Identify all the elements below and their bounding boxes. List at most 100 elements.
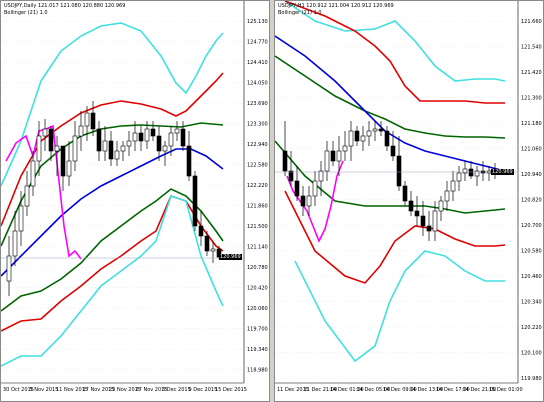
red-upper-band: [284, 1, 505, 104]
candle-body: [138, 132, 144, 142]
y-tick-label: 122.580: [247, 163, 268, 169]
candle-body: [78, 125, 84, 137]
y-tick-label: 118.980: [247, 368, 268, 374]
candle-body: [96, 128, 102, 152]
candle-body: [300, 195, 306, 207]
hourly-chart-canvas[interactable]: 121.660 121.540 121.420 121.300 121.180 121.0…: [275, 1, 544, 402]
candle-body: [102, 140, 108, 152]
y-tick-label: 119.700: [247, 327, 268, 333]
candle-body: [462, 168, 468, 174]
candle-body: [378, 128, 384, 132]
candle-body: [306, 195, 312, 207]
candle-body: [318, 170, 324, 182]
daily-chart-title: USDJPY,Daily 121.017 121.080 120.880 120…: [4, 3, 126, 9]
candle-body: [204, 235, 210, 252]
candle-body: [438, 200, 444, 212]
candle-body: [198, 225, 204, 237]
candle-body: [372, 128, 378, 132]
candle-body: [36, 135, 42, 162]
candle-body: [408, 200, 414, 212]
candle-body: [90, 112, 96, 130]
candle-body: [312, 180, 318, 197]
y-tick-label: 121.180: [521, 121, 542, 127]
candle-body: [456, 172, 462, 182]
y-tick-label: 120.340: [521, 300, 542, 306]
daily-chart-canvas[interactable]: 125.130 124.770 124.410 124.050 123.690 123.3…: [1, 1, 270, 402]
cyan-lower-band: [294, 250, 505, 363]
candle-body: [402, 185, 408, 202]
candle-body: [432, 210, 438, 232]
candle-body: [186, 145, 192, 177]
candle-body: [42, 128, 48, 137]
candle-body: [174, 128, 180, 134]
daily-price-tag: 120.969: [219, 254, 242, 260]
candle-body: [60, 145, 66, 177]
candle-body: [66, 160, 72, 177]
candle-body: [348, 130, 354, 147]
x-tick-label: 15 Dec 2015: [215, 387, 247, 393]
hourly-price-tag: 120.969: [491, 169, 514, 175]
y-tick-label: 120.780: [247, 265, 268, 271]
y-tick-label: 124.770: [247, 40, 268, 46]
hourly-indicator-label: Bollinger (21) 1.0: [278, 10, 322, 16]
y-tick-label: 120.220: [521, 325, 542, 331]
y-tick-label: 123.690: [247, 101, 268, 107]
x-tick-label: 15 Dec 01:00: [489, 387, 523, 393]
candle-body: [12, 230, 18, 257]
candle-body: [324, 150, 330, 172]
y-tick-label: 121.860: [247, 204, 268, 210]
y-tick-label: 120.420: [247, 286, 268, 292]
y-tick-label: 120.460: [521, 274, 542, 280]
daily-chart-panel[interactable]: 125.130 124.770 124.410 124.050 123.690 123.3…: [0, 0, 270, 402]
candle-body: [282, 150, 288, 172]
y-tick-label: 121.060: [521, 147, 542, 153]
candle-body: [414, 210, 420, 217]
candle-body: [144, 128, 150, 142]
candle-body: [366, 130, 372, 137]
y-tick-label: 120.820: [521, 198, 542, 204]
y-tick-label: 119.980: [521, 376, 542, 382]
candle-body: [18, 205, 24, 232]
candle-body: [342, 145, 348, 152]
y-tick-label: 123.300: [247, 122, 268, 128]
x-tick-label: 3 Dec 2015: [162, 387, 191, 393]
y-tick-label: 120.700: [521, 223, 542, 229]
candle-body: [396, 155, 402, 187]
candle-body: [354, 130, 360, 142]
candle-body: [108, 140, 114, 160]
y-tick-label: 122.220: [247, 183, 268, 189]
y-tick-label: 124.050: [247, 81, 268, 87]
candle-body: [54, 145, 60, 152]
y-tick-label: 120.940: [521, 172, 542, 178]
candle-body: [330, 150, 336, 162]
candle-body: [30, 160, 36, 187]
candle-body: [120, 145, 126, 152]
hourly-chart-title: USDJPY,H1 120.912 121.004 120.912 120.96…: [278, 3, 394, 9]
y-tick-label: 121.420: [521, 70, 542, 76]
candle-body: [162, 145, 168, 152]
green-upper-band: [275, 55, 506, 139]
candle-body: [6, 255, 12, 282]
candle-body: [444, 190, 450, 202]
y-tick-label: 125.130: [247, 19, 268, 25]
candle-body: [72, 135, 78, 162]
x-tick-label: 5 Nov 2015: [30, 387, 59, 393]
candle-body: [168, 132, 174, 147]
hourly-chart-panel[interactable]: 121.660 121.540 121.420 121.300 121.180 121.0…: [274, 0, 544, 402]
candle-body: [24, 185, 30, 207]
candle-body: [420, 215, 426, 227]
y-tick-label: 121.660: [521, 19, 542, 25]
blue-moving-average: [275, 35, 506, 172]
x-tick-label: 9 Dec 2015: [189, 387, 218, 393]
candle-body: [384, 130, 390, 147]
y-tick-label: 119.340: [247, 347, 268, 353]
candle-body: [132, 132, 138, 142]
cyan-lower-band: [1, 194, 224, 367]
candle-body: [114, 150, 120, 160]
y-tick-label: 124.410: [247, 60, 268, 66]
candle-body: [210, 248, 216, 252]
candle-body: [288, 170, 294, 182]
y-tick-label: 120.060: [247, 306, 268, 312]
y-tick-label: 121.500: [247, 224, 268, 230]
y-tick-label: 120.580: [521, 249, 542, 255]
